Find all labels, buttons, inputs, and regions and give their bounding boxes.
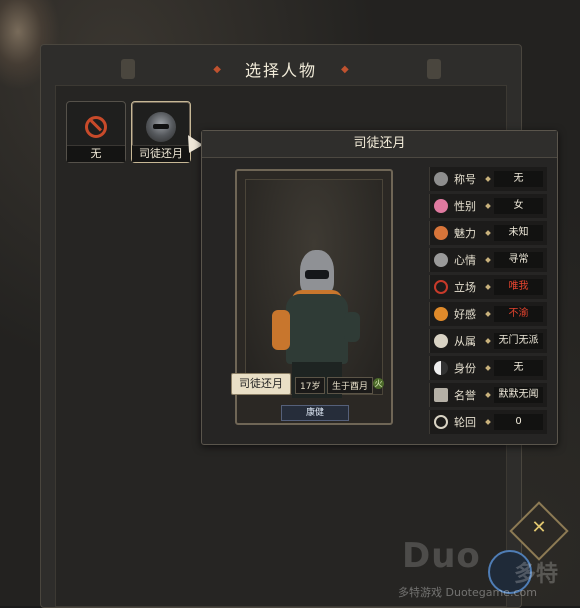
stat-row-mood: 心情 寻常 <box>429 248 547 272</box>
stat-row-charm: 魅力 未知 <box>429 221 547 245</box>
slot-icon-box <box>144 110 178 144</box>
slot-character[interactable]: 司徒还月 <box>131 101 191 163</box>
stat-row-identity: 身份 无 <box>429 356 547 380</box>
fame-icon <box>434 388 448 402</box>
slot-label: 无 <box>67 145 125 162</box>
stat-row-stance: 立场 唯我 <box>429 275 547 299</box>
stat-label: 轮回 <box>454 416 476 429</box>
health-status: 康健 <box>281 405 349 421</box>
stat-row-favor: 好感 不渝 <box>429 302 547 326</box>
stat-label: 魅力 <box>454 227 476 240</box>
stance-icon <box>434 280 448 294</box>
title-icon <box>434 172 448 186</box>
stat-separator-icon <box>485 311 491 317</box>
character-portrait-icon <box>146 112 176 142</box>
stats-list: 称号 无 性别 女 魅力 未知 心情 寻常 立场 唯我 好感 不渝 从属 无门无… <box>429 167 547 437</box>
portrait-name-tag: 司徒还月 <box>231 373 291 395</box>
character-arm-left <box>272 310 290 350</box>
panel-title: 选择人物 <box>244 61 317 80</box>
stat-value: 无 <box>494 171 543 187</box>
element-icon: 火 <box>373 378 384 389</box>
stat-separator-icon <box>485 284 491 290</box>
title-ornament-right-icon: ◆ <box>341 63 349 75</box>
stat-separator-icon <box>485 230 491 236</box>
portrait-frame: 司徒还月 17岁 生于酉月 火 康健 <box>231 169 393 425</box>
mask-icon <box>305 270 329 279</box>
favor-icon <box>434 307 448 321</box>
stat-label: 心情 <box>454 254 476 267</box>
stat-row-reincarnation: 轮回 0 <box>429 410 547 434</box>
character-arm-right <box>344 312 360 342</box>
panel-title-scroll: ◆ 选择人物 ◆ <box>121 53 441 85</box>
stat-value: 唯我 <box>494 279 543 295</box>
mood-icon <box>434 253 448 267</box>
stat-label: 立场 <box>454 281 476 294</box>
stat-label: 从属 <box>454 335 476 348</box>
stat-label: 性别 <box>454 200 476 213</box>
stat-row-gender: 性别 女 <box>429 194 547 218</box>
stat-value: 未知 <box>494 225 543 241</box>
stat-value: 无 <box>494 360 543 376</box>
stat-row-affiliation: 从属 无门无派 <box>429 329 547 353</box>
stat-label: 称号 <box>454 173 476 186</box>
stat-separator-icon <box>485 176 491 182</box>
character-detail-popup: 司徒还月 司徒还月 17岁 生于酉月 火 康健 称号 无 性别 女 魅力 未知 … <box>201 130 558 445</box>
stat-separator-icon <box>485 338 491 344</box>
birth-month-badge: 生于酉月 <box>327 377 374 394</box>
stat-value: 寻常 <box>494 252 543 268</box>
stat-value: 女 <box>494 198 543 214</box>
identity-icon <box>434 361 448 375</box>
stat-label: 名誉 <box>454 389 476 402</box>
title-ornament-left-icon: ◆ <box>213 63 221 75</box>
stat-row-fame: 名誉 默默无闻 <box>429 383 547 407</box>
stat-value: 默默无闻 <box>494 387 543 403</box>
slot-icon-box <box>79 110 113 144</box>
portrait-canvas <box>245 179 383 398</box>
affiliation-icon <box>434 334 448 348</box>
gender-icon <box>434 199 448 213</box>
character-torso <box>286 294 348 364</box>
stat-separator-icon <box>485 203 491 209</box>
stat-separator-icon <box>485 257 491 263</box>
stat-value: 无门无派 <box>494 333 543 349</box>
charm-icon <box>434 226 448 240</box>
stat-separator-icon <box>485 419 491 425</box>
stat-value: 不渝 <box>494 306 543 322</box>
reincarnation-icon <box>434 415 448 429</box>
stat-label: 身份 <box>454 362 476 375</box>
slot-none[interactable]: 无 <box>66 101 126 163</box>
stat-value: 0 <box>494 414 543 430</box>
cycle-button[interactable] <box>488 550 532 594</box>
crossed-swords-icon: ✕ <box>531 517 547 539</box>
stat-separator-icon <box>485 392 491 398</box>
detail-header: 司徒还月 <box>202 131 557 158</box>
age-badge: 17岁 <box>295 377 326 394</box>
stat-label: 好感 <box>454 308 476 321</box>
slot-label: 司徒还月 <box>132 145 190 162</box>
no-icon <box>85 116 107 138</box>
stat-row-title: 称号 无 <box>429 167 547 191</box>
stat-separator-icon <box>485 365 491 371</box>
